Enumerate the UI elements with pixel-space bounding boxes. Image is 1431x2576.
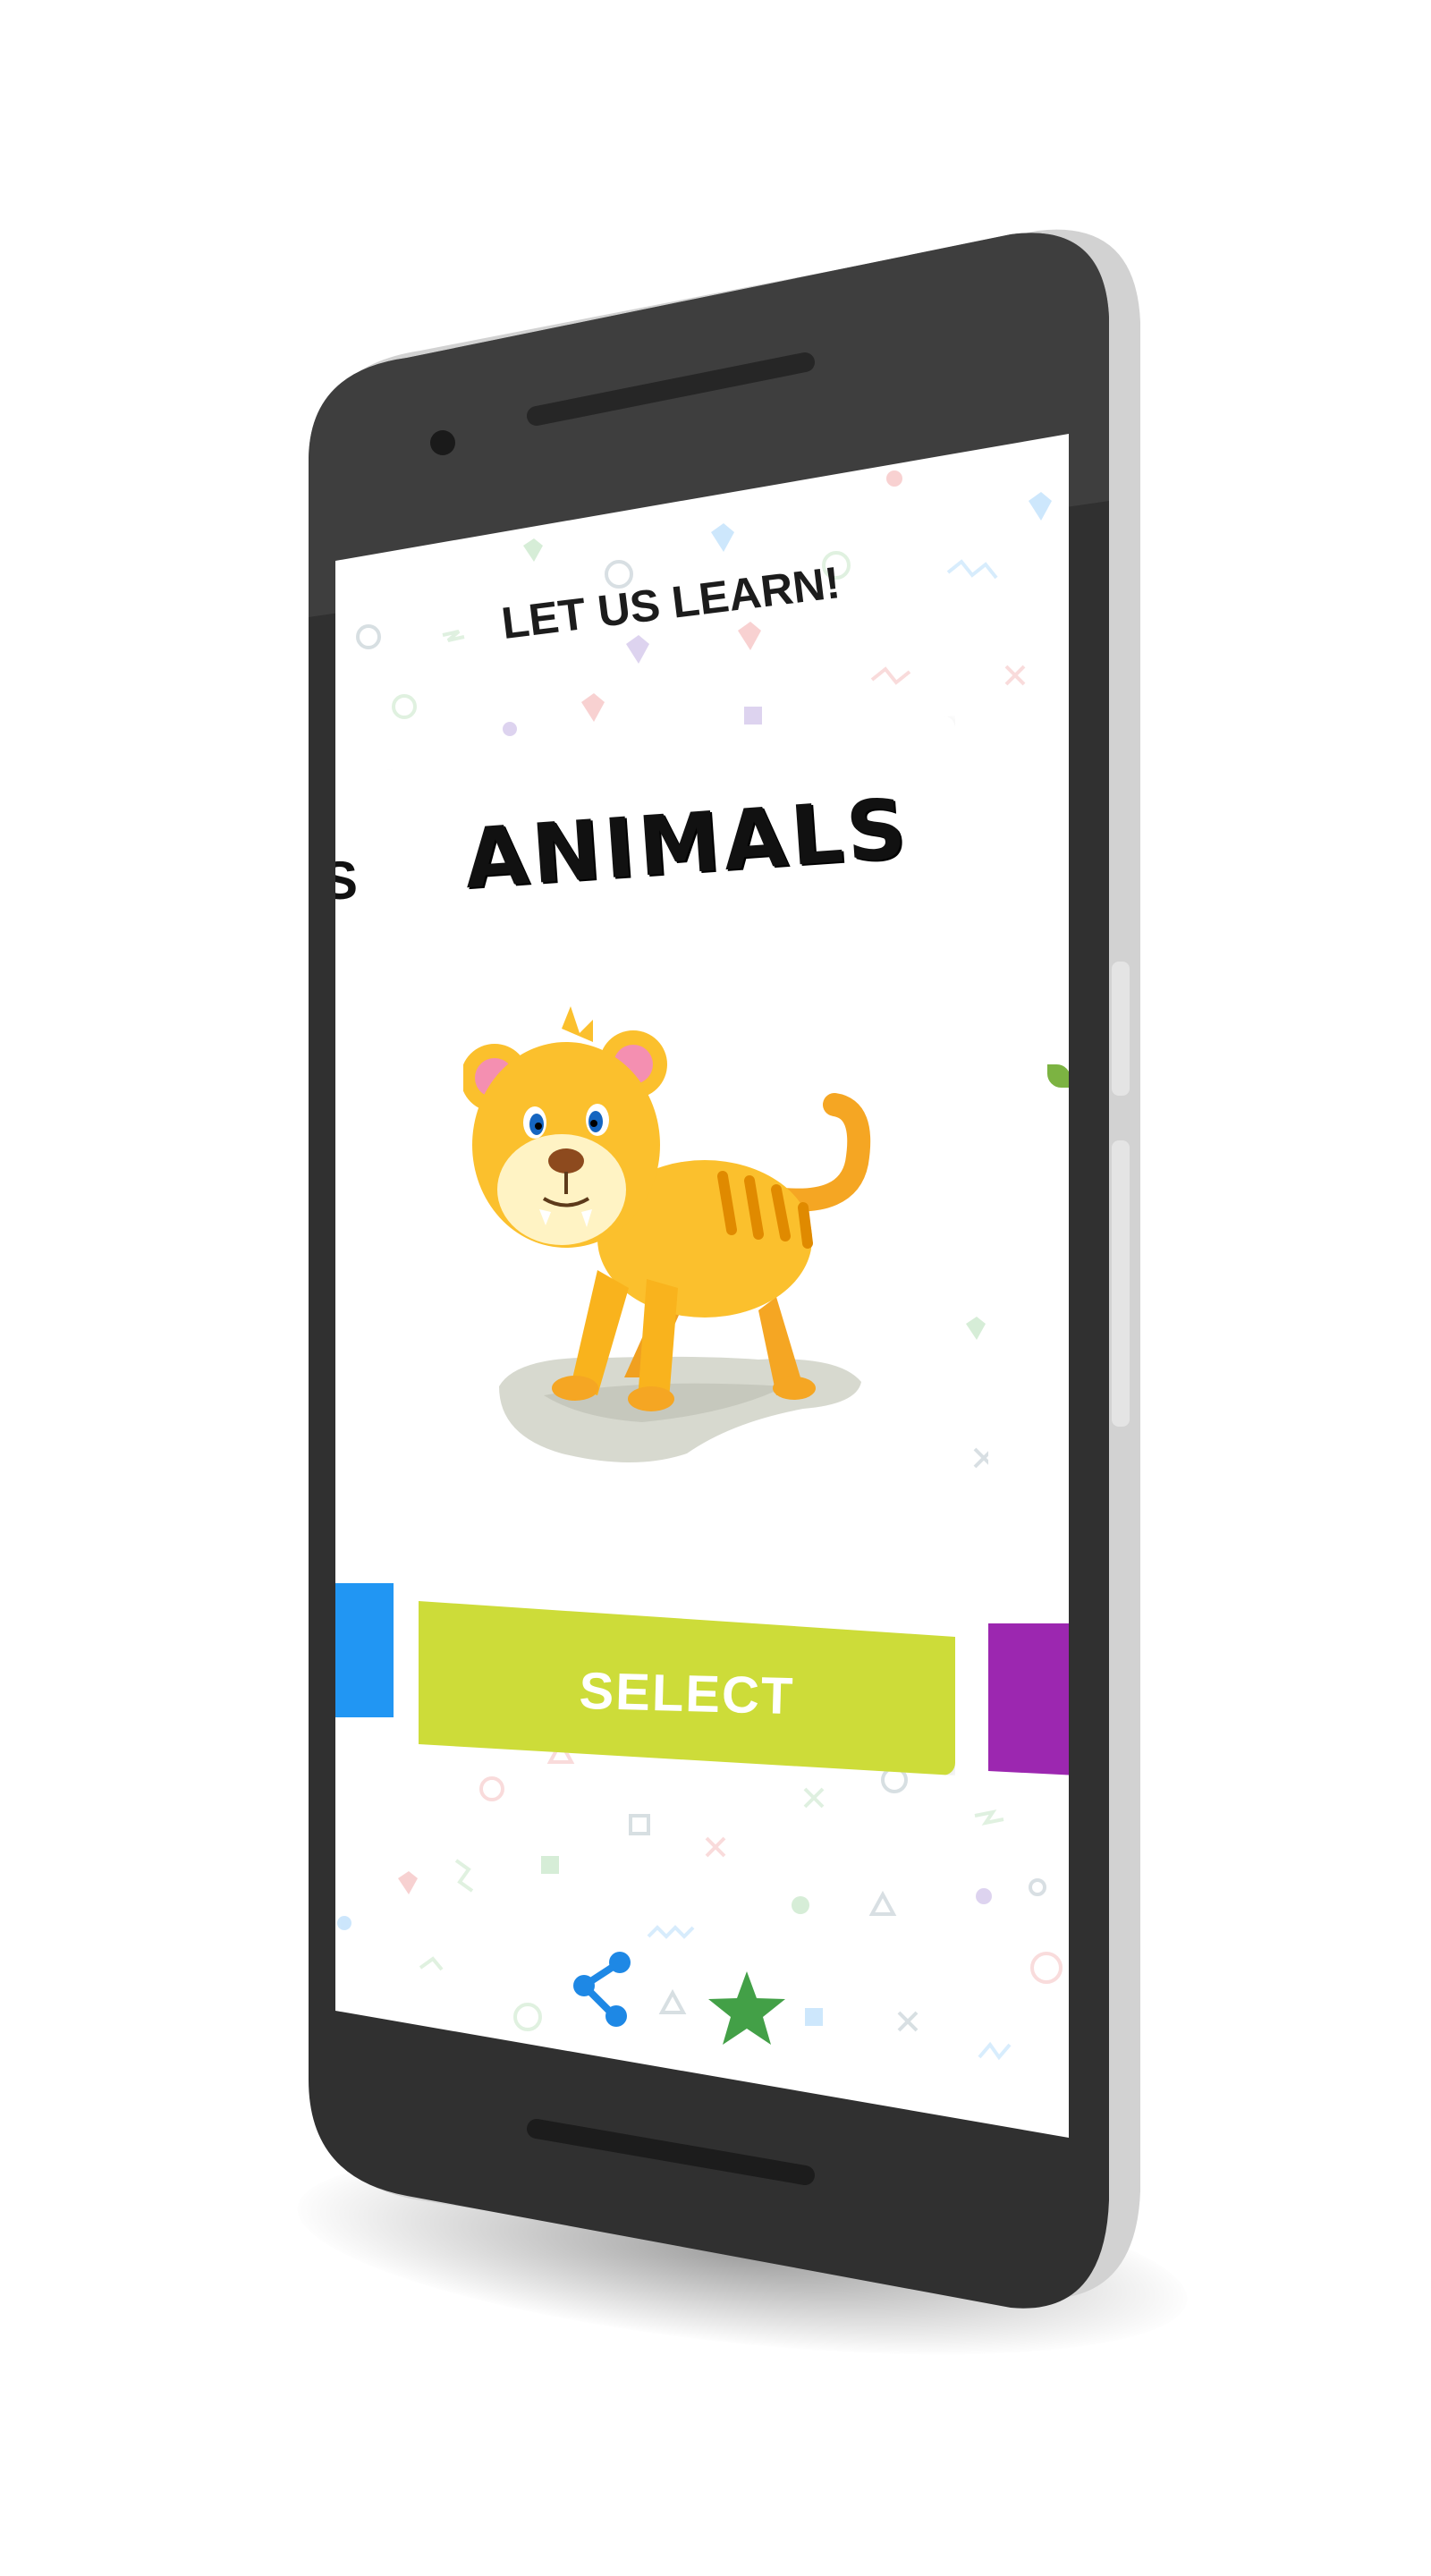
share-icon xyxy=(573,1952,631,2027)
tiger-illustration xyxy=(463,1006,871,1462)
front-camera xyxy=(430,430,455,455)
category-card-animals[interactable]: ANIMALS SELECT xyxy=(419,716,955,1775)
volume-button xyxy=(1112,962,1130,1096)
power-button xyxy=(1112,1140,1130,1427)
share-button[interactable] xyxy=(568,1948,639,2029)
star-icon xyxy=(708,1971,785,2045)
next-card-image-fragment xyxy=(1047,1064,1069,1088)
card-title: ANIMALS xyxy=(461,780,913,908)
select-button-label: SELECT xyxy=(578,1661,796,1726)
rate-button[interactable] xyxy=(707,1968,787,2048)
